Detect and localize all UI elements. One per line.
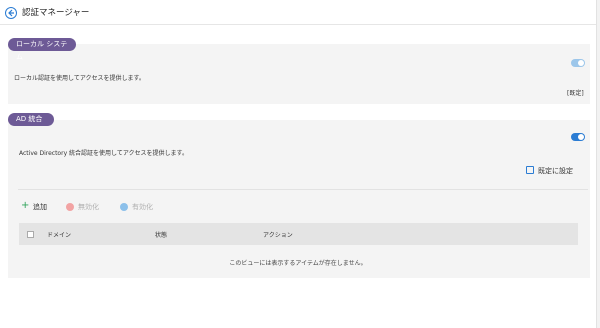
default-badge: [既定] — [567, 90, 584, 97]
ad-integration-panel — [8, 120, 590, 278]
divider — [18, 189, 588, 190]
add-label: 追加 — [33, 203, 47, 211]
toggle-knob — [578, 60, 584, 66]
scrollbar[interactable] — [596, 0, 600, 328]
page-title: 認証マネージャー — [22, 8, 90, 18]
toggle-knob — [578, 134, 584, 140]
ad-integration-toggle[interactable] — [571, 133, 585, 141]
disable-label: 無効化 — [78, 203, 99, 211]
plus-icon: + — [21, 200, 30, 211]
header-bar: 認証マネージャー — [0, 0, 596, 25]
ad-integration-description: Active Directory 統合認証を使用してアクセスを提供します。 — [19, 150, 188, 157]
table-header: ドメイン 状態 アクション — [19, 223, 578, 245]
select-all-checkbox[interactable] — [27, 231, 34, 238]
local-system-tag: ローカル システム — [8, 38, 76, 61]
enable-label: 有効化 — [132, 203, 153, 211]
ad-integration-tag: AD 統合 — [8, 113, 54, 126]
local-system-toggle[interactable] — [571, 59, 585, 67]
disable-icon — [66, 203, 74, 211]
column-action[interactable]: アクション — [263, 230, 293, 239]
local-system-description: ローカル認証を使用してアクセスを提供します。 — [14, 75, 145, 82]
set-default-icon — [526, 166, 534, 174]
back-arrow-icon[interactable] — [5, 7, 17, 19]
set-default-label: 既定に設定 — [538, 167, 573, 175]
check-icon — [120, 203, 128, 211]
empty-table-message: このビューには表示するアイテムが存在しません。 — [229, 260, 367, 267]
column-domain[interactable]: ドメイン — [47, 230, 71, 239]
column-status[interactable]: 状態 — [155, 230, 167, 239]
